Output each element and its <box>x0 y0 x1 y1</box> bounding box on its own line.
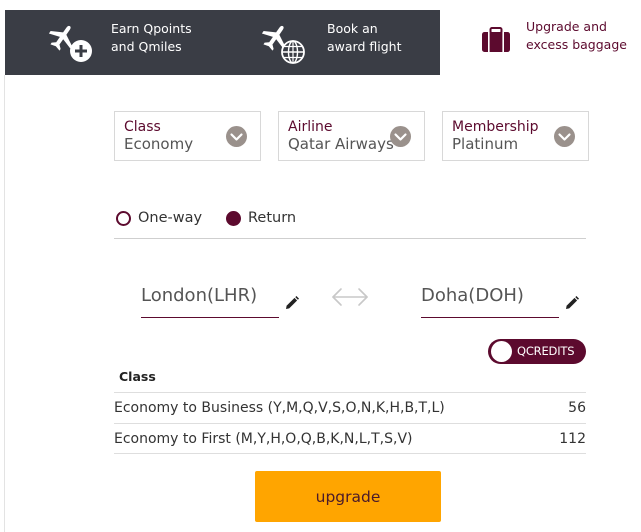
tab-earn-qpoints[interactable]: Earn Qpoints and Qmiles <box>5 10 225 75</box>
tab-earn-label: Earn Qpoints and Qmiles <box>111 21 192 54</box>
tab-book-label: Book an award flight <box>327 21 402 54</box>
membership-dropdown[interactable]: Membership Platinum <box>442 111 589 161</box>
swap-arrows-icon[interactable] <box>330 286 370 308</box>
qcredits-toggle[interactable]: QCREDITS <box>488 339 586 364</box>
airline-dropdown[interactable]: Airline Qatar Airways <box>278 111 425 161</box>
row-value: 112 <box>559 431 586 447</box>
chevron-down-icon <box>390 126 411 147</box>
upgrade-button[interactable]: upgrade <box>255 471 441 522</box>
tab-upgrade-baggage[interactable]: Upgrade and excess baggage <box>440 10 641 75</box>
destination-value: Doha(DOH) <box>421 285 524 306</box>
plane-plus-icon <box>48 25 92 62</box>
table-row: Economy to Business (Y,M,Q,V,S,O,N,K,H,B… <box>114 392 586 423</box>
membership-dropdown-label: Membership <box>452 119 539 135</box>
origin-field[interactable]: London(LHR) <box>141 282 279 318</box>
service-tabs: Earn Qpoints and Qmiles Book an award fl… <box>0 0 641 75</box>
toggle-knob <box>491 341 512 362</box>
airline-dropdown-value: Qatar Airways <box>288 135 394 153</box>
airline-dropdown-label: Airline <box>288 119 333 135</box>
qcredits-toggle-label: QCREDITS <box>517 344 575 358</box>
table-row: Economy to First (M,Y,H,O,Q,B,K,N,L,T,S,… <box>114 423 586 454</box>
row-value: 56 <box>568 400 586 416</box>
origin-value: London(LHR) <box>141 285 258 306</box>
tab-book-award[interactable]: Book an award flight <box>225 10 440 75</box>
radio-return-label: Return <box>248 210 297 226</box>
radio-one-way-label: One-way <box>138 210 203 226</box>
class-dropdown-label: Class <box>124 119 161 135</box>
radio-one-way[interactable]: One-way <box>116 210 202 226</box>
suitcase-icon <box>482 27 510 52</box>
chevron-down-icon <box>226 126 247 147</box>
radio-selected-icon <box>226 210 241 226</box>
tab-upgrade-label: Upgrade and excess baggage <box>526 19 627 52</box>
chevron-down-icon <box>554 126 575 147</box>
table-header-class: Class <box>119 369 156 384</box>
radio-return[interactable]: Return <box>226 210 296 226</box>
radio-unselected-icon <box>116 210 131 226</box>
destination-field[interactable]: Doha(DOH) <box>421 282 559 318</box>
class-dropdown[interactable]: Class Economy <box>114 111 261 161</box>
membership-dropdown-value: Platinum <box>452 135 519 153</box>
page-divider <box>4 75 5 532</box>
row-description: Economy to Business (Y,M,Q,V,S,O,N,K,H,B… <box>114 400 445 416</box>
edit-pencil-icon[interactable] <box>564 295 580 311</box>
class-dropdown-value: Economy <box>124 135 194 153</box>
trip-type-selector: One-way Return <box>114 206 586 239</box>
edit-pencil-icon[interactable] <box>284 295 300 311</box>
row-description: Economy to First (M,Y,H,O,Q,B,K,N,L,T,S,… <box>114 431 413 447</box>
plane-globe-icon <box>261 25 305 64</box>
